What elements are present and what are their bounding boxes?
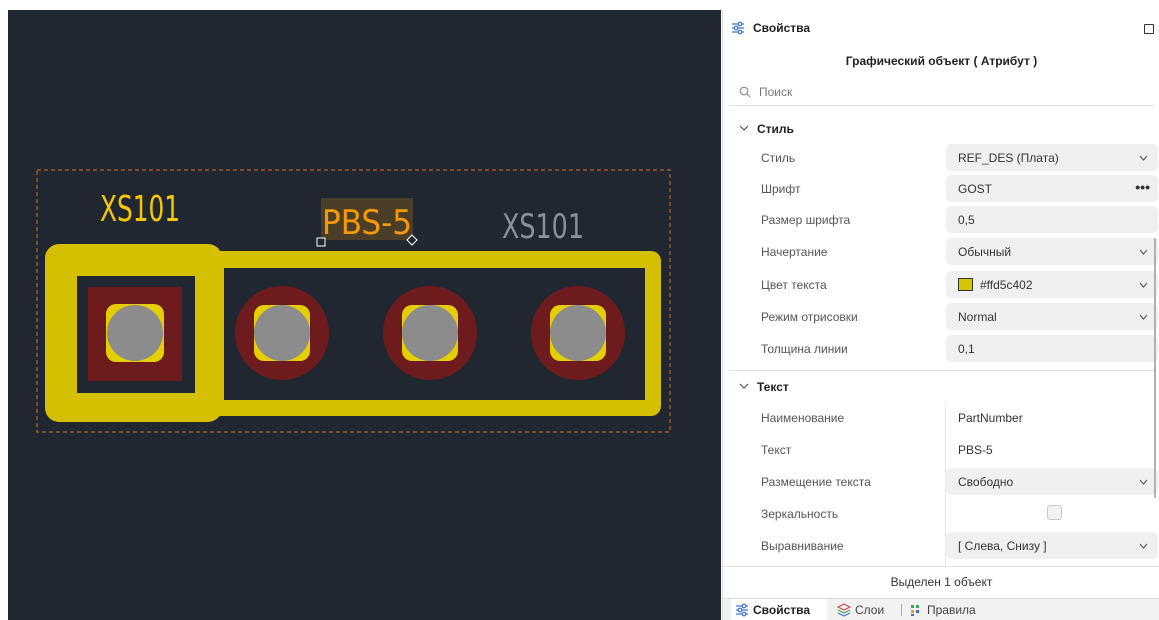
pad-3[interactable] [383, 286, 477, 380]
search-input[interactable] [759, 82, 1139, 102]
more-options-icon[interactable]: ••• [1135, 179, 1150, 195]
tab-label: Слои [855, 603, 885, 617]
tab-label: Правила [927, 603, 976, 617]
pad-1[interactable] [88, 287, 182, 381]
row-text-placement: Размещение текста Свободно [723, 466, 1158, 496]
row-style: Стиль REF_DES (Плата) [723, 142, 1158, 172]
ref-des-label[interactable]: XS101 [100, 189, 180, 230]
rules-grid-icon [911, 605, 919, 616]
row-label: Шрифт [761, 182, 801, 196]
row-mirror: Зеркальность [723, 498, 1158, 528]
tab-properties[interactable]: Свойства [731, 599, 827, 620]
row-label: Толщина линии [761, 342, 848, 356]
text-value[interactable]: PBS-5 [946, 436, 1158, 463]
pad-4[interactable] [531, 286, 625, 380]
tab-layers[interactable]: Слои [833, 599, 901, 620]
search-icon [739, 86, 751, 98]
row-value: 0,5 [958, 213, 975, 227]
row-label: Начертание [761, 245, 828, 259]
scrollbar[interactable] [1154, 238, 1156, 498]
chevron-down-icon [1139, 479, 1148, 485]
pad-2[interactable] [235, 286, 329, 380]
panel-header: Свойства [723, 10, 1159, 46]
object-type-title: Графический объект ( Атрибут ) [845, 54, 1038, 68]
section-text-label: Текст [757, 380, 789, 394]
pcb-canvas[interactable]: XS101 PBS-5 XS101 [8, 10, 721, 620]
section-style-label: Стиль [757, 122, 794, 136]
line-width-input[interactable]: 0,1 [946, 335, 1158, 362]
row-value: GOST [958, 182, 993, 196]
draw-mode-dropdown[interactable]: Normal [946, 303, 1158, 330]
tab-separator [901, 604, 902, 616]
chevron-down-icon [739, 125, 749, 131]
tab-rules[interactable]: Правила [905, 599, 995, 620]
sliders-icon [732, 21, 744, 35]
panel-tabs: Свойства Слои Правила [723, 598, 1159, 620]
mirror-checkbox[interactable] [1047, 505, 1062, 520]
pcb-drawing: XS101 PBS-5 XS101 [36, 169, 671, 433]
row-value: #ffd5c402 [980, 278, 1033, 292]
maximize-button[interactable] [1144, 24, 1154, 34]
alignment-dropdown[interactable]: [ Слева, Снизу ] [946, 532, 1158, 559]
properties-panel: Свойства Графический объект ( Атрибут ) … [722, 10, 1159, 620]
section-divider [729, 370, 1154, 371]
row-font: Шрифт GOST ••• [723, 173, 1158, 203]
row-label: Размер шрифта [761, 213, 851, 227]
text-color-dropdown[interactable]: #ffd5c402 [946, 271, 1158, 298]
part-number-label[interactable]: PBS-5 [322, 203, 412, 243]
row-label: Текст [761, 443, 792, 457]
search-box[interactable] [729, 78, 1154, 106]
font-field[interactable]: GOST ••• [946, 175, 1158, 202]
layers-icon [837, 603, 851, 617]
row-value: Обычный [958, 245, 1012, 259]
row-font-size: Размер шрифта 0,5 [723, 204, 1158, 234]
font-size-input[interactable]: 0,5 [946, 206, 1158, 233]
row-value: Свободно [958, 475, 1014, 489]
selection-handle-origin[interactable] [316, 237, 326, 247]
row-label: Стиль [761, 151, 796, 165]
row-value: [ Слева, Снизу ] [958, 539, 1047, 553]
row-value: REF_DES (Плата) [958, 151, 1059, 165]
row-label: Выравнивание [761, 539, 844, 553]
row-draw-mode: Режим отрисовки Normal [723, 301, 1158, 331]
color-swatch [958, 278, 973, 291]
secondary-ref-label[interactable]: XS101 [502, 207, 584, 247]
row-label: Цвет текста [761, 278, 827, 292]
text-placement-dropdown[interactable]: Свободно [946, 468, 1158, 495]
tab-label: Свойства [753, 603, 811, 617]
chevron-down-icon [1139, 282, 1148, 288]
panel-title: Свойства [753, 21, 811, 35]
chevron-down-icon [1139, 314, 1148, 320]
row-alignment: Выравнивание [ Слева, Снизу ] [723, 530, 1158, 560]
chevron-down-icon [1139, 543, 1148, 549]
section-text-header[interactable]: Текст [723, 374, 1158, 400]
row-label: Зеркальность [761, 507, 839, 521]
row-name: Наименование PartNumber [723, 402, 1158, 432]
section-style-header[interactable]: Стиль [723, 116, 1158, 142]
name-value: PartNumber [946, 404, 1158, 431]
row-value: PartNumber [958, 411, 1023, 425]
selected-attribute[interactable]: PBS-5 [316, 198, 418, 247]
row-value: Normal [958, 310, 997, 324]
row-label: Размещение текста [761, 475, 871, 489]
mirror-value [946, 500, 1158, 527]
row-text-color: Цвет текста #ffd5c402 [723, 269, 1158, 299]
chevron-down-icon [739, 383, 749, 389]
row-font-style: Начертание Обычный [723, 236, 1158, 266]
style-dropdown[interactable]: REF_DES (Плата) [946, 144, 1158, 171]
status-text: Выделен 1 объект [890, 575, 993, 589]
chevron-down-icon [1139, 155, 1148, 161]
chevron-down-icon [1139, 249, 1148, 255]
row-value: PBS-5 [958, 443, 993, 457]
selection-status: Выделен 1 объект [723, 566, 1159, 598]
sliders-icon [736, 603, 748, 617]
row-text: Текст PBS-5 [723, 434, 1158, 464]
row-value: 0,1 [958, 342, 975, 356]
row-line-width: Толщина линии 0,1 [723, 333, 1158, 363]
row-label: Наименование [761, 411, 845, 425]
font-style-dropdown[interactable]: Обычный [946, 238, 1158, 265]
row-label: Режим отрисовки [761, 310, 858, 324]
